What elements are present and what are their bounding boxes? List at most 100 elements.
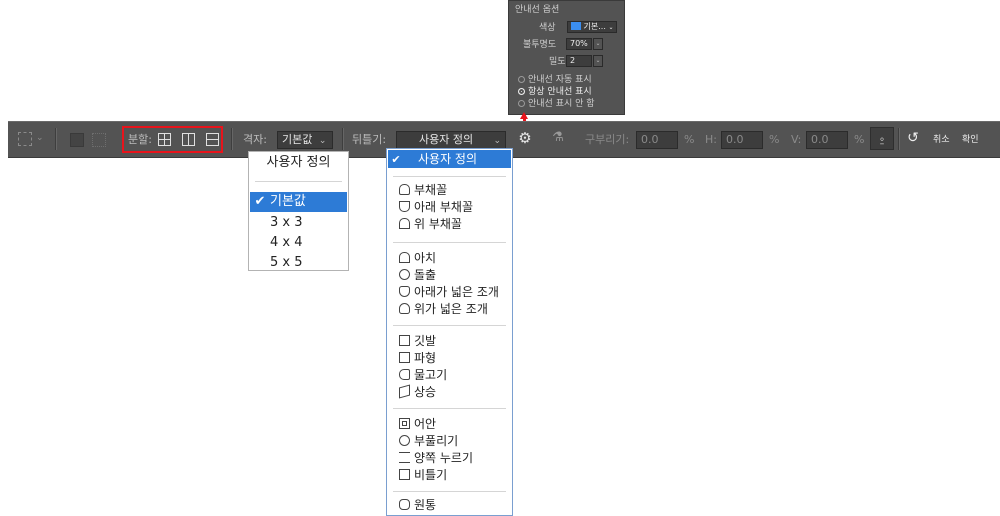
warp-item-shell-lower[interactable]: 아래가 넓은 조개 [399,284,499,301]
split-cross-icon[interactable] [158,133,171,146]
chevron-down-icon: ⌄ [608,24,614,31]
grid-dropdown[interactable]: 기본값 ⌄ [277,131,333,149]
callout-arrow-head-icon [520,112,528,119]
warp-fisheye-icon [399,418,410,429]
warp-item-rise[interactable]: 상승 [399,384,436,401]
reference-point-icon [70,133,84,147]
menu-divider [393,176,506,177]
split-label: 분할: [128,133,152,146]
warp-shell-lower-icon [399,286,410,297]
grid-menu-item[interactable]: 4 x 4 [270,233,303,253]
grid-menu-item[interactable]: 5 x 5 [270,253,303,273]
grid-label: 격자: [243,133,267,146]
guide-color-swatch [571,22,581,30]
confirm-button[interactable]: 확인 [962,133,979,147]
warp-rise-icon [399,384,410,399]
warp-twist-icon [399,469,410,480]
guide-density-field[interactable]: 2 [566,55,592,67]
split-vertical-icon[interactable] [182,133,195,146]
guide-options-title: 안내선 옵션 [515,5,560,15]
v-percent: % [854,133,865,146]
cancel-button[interactable]: 취소 [933,133,950,147]
warp-item-bulge[interactable]: 돌출 [399,267,436,284]
h-label: H: [705,133,717,146]
reset-icon[interactable]: ↺ [905,130,921,146]
menu-divider [393,242,506,243]
grid-menu-item[interactable]: 사용자 정의 [249,153,348,173]
split-horizontal-icon[interactable] [206,133,219,146]
warp-shell-upper-icon [399,303,410,314]
menu-divider [393,491,506,492]
menu-divider [393,325,506,326]
chevron-down-icon[interactable]: ⌄ [593,38,603,50]
guide-color-dropdown[interactable]: 기본... ⌄ [567,21,617,33]
warp-item-fisheye[interactable]: 어안 [399,416,436,433]
warp-dropdown-value: 사용자 정의 [419,133,474,146]
guide-option-never[interactable]: 안내선 표시 안 함 [518,99,595,110]
warp-item-shell-upper[interactable]: 위가 넓은 조개 [399,301,488,318]
warp-arc-icon [399,184,410,195]
warp-fish-icon [399,369,410,380]
warp-flag-icon [399,335,410,346]
warp-item-flag[interactable]: 깃발 [399,333,436,350]
warp-orientation-icon[interactable]: ⚗ [550,130,566,146]
warp-inflate-icon [399,435,410,446]
chevron-down-icon: ⌄ [318,136,327,146]
checkmark-icon: ✔ [391,153,401,166]
guide-option-always[interactable]: 항상 안내선 표시 [518,87,592,98]
warp-item-arc-lower[interactable]: 아래 부채꼴 [399,199,473,216]
warp-wave-icon [399,352,410,363]
menu-divider [255,181,342,182]
warp-squeeze-icon [399,452,410,463]
warp-item-arc[interactable]: 부채꼴 [399,182,447,199]
warp-cylinder-icon [399,499,410,510]
bend-label: 구부리기: [585,133,630,146]
grid-toggle-icon [92,133,106,147]
toolbar-divider [231,128,233,150]
warp-arch-icon [399,252,410,263]
transform-select-icon[interactable] [18,132,32,146]
checkmark-icon: ✔ [254,194,266,209]
warp-item-inflate[interactable]: 부풀리기 [399,433,458,450]
radio-selected-icon [518,88,525,95]
grid-menu-item-selected[interactable]: ✔ 기본값 [250,192,347,212]
warp-arc-lower-icon [399,201,410,212]
grid-menu: 사용자 정의 ✔ 기본값 3 x 3 4 x 4 5 x 5 [248,151,349,271]
chevron-down-icon[interactable]: ⌄ [593,55,603,67]
guide-density-label: 밀도 [549,57,566,67]
v-label: V: [791,133,802,146]
guide-opacity-field[interactable]: 70% [566,38,592,50]
h-percent: % [769,133,780,146]
guide-option-auto[interactable]: 안내선 자동 표시 [518,75,592,86]
bend-field[interactable]: 0.0 [636,131,678,149]
menu-divider [393,408,506,409]
radio-icon [518,76,525,83]
warp-item-twist[interactable]: 비틀기 [399,467,447,484]
warp-item-arc-upper[interactable]: 위 부채꼴 [399,216,462,233]
guide-color-label: 색상 [539,23,556,33]
warp-mode-icon[interactable]: ⍛ [870,127,894,150]
warp-item-arch[interactable]: 아치 [399,250,436,267]
radio-icon [518,100,525,107]
chevron-down-icon: ⌄ [493,136,501,146]
h-distort-field[interactable]: 0.0 [721,131,763,149]
chevron-down-icon: ⌄ [36,133,44,143]
grid-menu-item[interactable]: 3 x 3 [270,213,303,233]
warp-item-cylinder[interactable]: 원통 [399,497,436,514]
grid-dropdown-value: 기본값 [282,133,313,146]
warp-item-squeeze[interactable]: 양쪽 누르기 [399,450,473,467]
toolbar-divider [898,128,900,150]
toolbar-divider [55,128,57,150]
gear-icon[interactable]: ⚙ [517,130,533,146]
warp-item-wave[interactable]: 파형 [399,350,436,367]
warp-menu-item-selected[interactable]: ✔ 사용자 정의 [388,150,511,168]
warp-arc-upper-icon [399,218,410,229]
toolbar-divider [342,128,344,150]
guide-options-popup: 안내선 옵션 색상 기본... ⌄ 불투명도 70% ⌄ 밀도 2 ⌄ 안내선 … [508,0,625,115]
v-distort-field[interactable]: 0.0 [806,131,848,149]
warp-dropdown[interactable]: 사용자 정의 ⌄ [396,131,506,149]
bend-percent: % [684,133,695,146]
warp-item-fish[interactable]: 물고기 [399,367,447,384]
guide-color-value: 기본... [583,22,606,31]
warp-menu: ✔ 사용자 정의 부채꼴 아래 부채꼴 위 부채꼴 아치 돌출 아래가 넓은 조개… [386,148,513,516]
